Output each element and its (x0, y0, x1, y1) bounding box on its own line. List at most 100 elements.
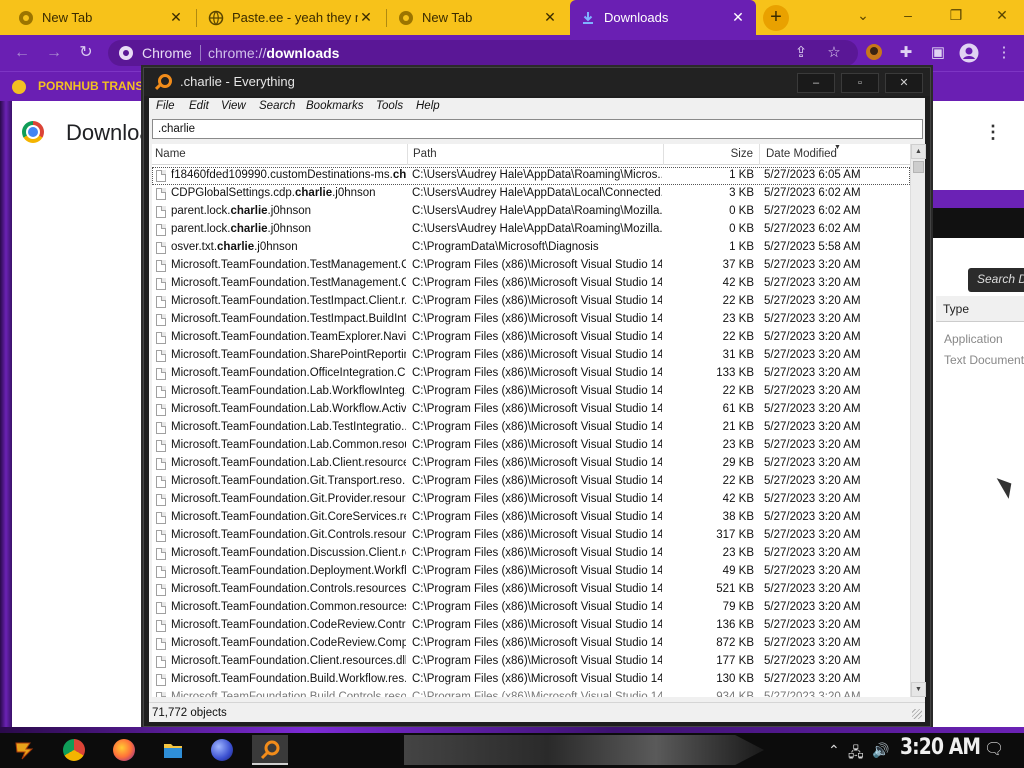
bookmark-star-icon[interactable]: ☆ (824, 43, 844, 63)
taskbar-everything[interactable] (252, 735, 288, 765)
result-row[interactable]: Microsoft.TeamFoundation.Git.Controls.re… (152, 527, 910, 545)
network-icon[interactable]: 🖧 (848, 742, 864, 766)
result-row[interactable]: Microsoft.TeamFoundation.Lab.Client.reso… (152, 455, 910, 473)
extension-avatar-icon[interactable] (864, 43, 884, 63)
result-row[interactable]: Microsoft.TeamFoundation.Lab.WorkflowInt… (152, 383, 910, 401)
result-row[interactable]: Microsoft.TeamFoundation.CodeReview.Comp… (152, 635, 910, 653)
notification-icon[interactable]: 🗨 (984, 739, 1004, 759)
menu-help[interactable]: Help (416, 100, 440, 112)
column-header-size[interactable]: Size (664, 144, 760, 165)
menu-view[interactable]: View (221, 100, 246, 112)
everything-search-input[interactable]: .charlie (152, 119, 923, 139)
background-search-box[interactable]: Search Do (968, 268, 1024, 292)
tab-search-chevron-icon[interactable]: ⌄ (843, 0, 883, 30)
everything-titlebar[interactable]: .charlie - Everything – ▫ ✕ (144, 68, 930, 96)
result-row[interactable]: Microsoft.TeamFoundation.Git.CoreService… (152, 509, 910, 527)
result-row[interactable]: Microsoft.TeamFoundation.SharePointRepor… (152, 347, 910, 365)
result-row[interactable]: Microsoft.TeamFoundation.CodeReview.Cont… (152, 617, 910, 635)
tab-close-icon[interactable]: ✕ (730, 9, 746, 26)
result-row[interactable]: Microsoft.TeamFoundation.Lab.Workflow.Ac… (152, 401, 910, 419)
everything-close-button[interactable]: ✕ (885, 73, 923, 93)
result-name-text: Microsoft.TeamFoundation.Discussion.Clie… (171, 547, 406, 559)
share-icon[interactable]: ⇪ (791, 43, 811, 63)
tab-new-tab-2[interactable]: New Tab ✕ (388, 0, 568, 35)
result-size: 61 KB (722, 403, 754, 415)
reload-icon[interactable]: ↻ (76, 43, 96, 63)
side-panel-icon[interactable]: ▣ (928, 43, 948, 63)
taskbar-file-explorer[interactable] (155, 735, 191, 765)
tray-chevron-icon[interactable]: ⌃ (828, 742, 840, 759)
restore-button[interactable]: ❐ (936, 0, 976, 30)
volume-icon[interactable]: 🔊 (872, 742, 889, 759)
profile-avatar-icon[interactable] (959, 43, 979, 63)
result-name: Microsoft.TeamFoundation.Lab.Common.reso… (171, 439, 406, 451)
tab-close-icon[interactable]: ✕ (168, 9, 184, 26)
result-row[interactable]: Microsoft.TeamFoundation.Lab.TestIntegra… (152, 419, 910, 437)
taskbar-chrome[interactable] (56, 735, 92, 765)
result-row[interactable]: Microsoft.TeamFoundation.TestImpact.Clie… (152, 293, 910, 311)
result-row[interactable]: CDPGlobalSettings.cdp.charlie.j0hnson C:\… (152, 185, 910, 203)
taskbar-decoration (404, 735, 764, 765)
result-row[interactable]: parent.lock.charlie.j0hnson C:\Users\Audr… (152, 221, 910, 239)
menu-search[interactable]: Search (259, 100, 295, 112)
scroll-thumb[interactable] (913, 161, 924, 173)
scroll-down-button[interactable]: ▼ (911, 682, 926, 697)
result-row[interactable]: Microsoft.TeamFoundation.Controls.resour… (152, 581, 910, 599)
new-tab-button[interactable]: + (763, 5, 789, 31)
result-row[interactable]: Microsoft.TeamFoundation.Git.Provider.re… (152, 491, 910, 509)
forward-arrow-icon[interactable]: → (44, 43, 64, 63)
menu-edit[interactable]: Edit (189, 100, 209, 112)
result-row[interactable]: Microsoft.TeamFoundation.OfficeIntegrati… (152, 365, 910, 383)
menu-file[interactable]: File (156, 100, 175, 112)
result-row[interactable]: Microsoft.TeamFoundation.Build.Controls.… (152, 689, 910, 697)
close-window-button[interactable]: ✕ (982, 0, 1022, 30)
result-row[interactable]: Microsoft.TeamFoundation.Git.Transport.r… (152, 473, 910, 491)
results-vertical-scrollbar[interactable]: ▲ ▼ (910, 144, 926, 697)
background-row-type: Application (944, 332, 1003, 346)
result-row[interactable]: Microsoft.TeamFoundation.Build.Workflow.… (152, 671, 910, 689)
result-row[interactable]: Microsoft.TeamFoundation.TestManagement.… (152, 257, 910, 275)
result-path: C:\Program Files (x86)\Microsoft Visual … (412, 421, 662, 433)
scroll-up-button[interactable]: ▲ (911, 144, 926, 159)
column-header-name[interactable]: Name (152, 144, 408, 165)
result-row[interactable]: Microsoft.TeamFoundation.TestManagement.… (152, 275, 910, 293)
result-row[interactable]: parent.lock.charlie.j0hnson C:\Users\Audr… (152, 203, 910, 221)
page-menu-icon[interactable]: ⋮ (984, 122, 1002, 143)
result-row[interactable]: Microsoft.TeamFoundation.TestImpact.Buil… (152, 311, 910, 329)
taskbar-clock[interactable]: 3:20 AM (900, 735, 981, 760)
taskbar-firefox[interactable] (106, 735, 142, 765)
result-row[interactable]: Microsoft.TeamFoundation.Deployment.Work… (152, 563, 910, 581)
result-row[interactable]: Microsoft.TeamFoundation.Common.resource… (152, 599, 910, 617)
taskbar-app-globe[interactable] (204, 735, 240, 765)
browser-menu-icon[interactable]: ⋮ (994, 43, 1014, 63)
resize-grip-icon[interactable] (912, 709, 922, 719)
background-column-type[interactable]: Type (936, 296, 1024, 322)
result-row[interactable]: f18460fded109990.customDestinations-ms.c… (152, 167, 910, 185)
tab-new-tab-1[interactable]: New Tab ✕ (8, 0, 194, 35)
result-row[interactable]: Microsoft.TeamFoundation.Lab.Common.reso… (152, 437, 910, 455)
tab-close-icon[interactable]: ✕ (542, 9, 558, 26)
result-name-text: CDPGlobalSettings.cdp. (171, 187, 296, 199)
menu-bookmarks[interactable]: Bookmarks (306, 100, 364, 112)
start-button[interactable] (6, 735, 42, 765)
everything-maximize-button[interactable]: ▫ (841, 73, 879, 93)
menu-tools[interactable]: Tools (376, 100, 403, 112)
tab-paste-ee[interactable]: Paste.ee - yeah they ma ✕ (198, 0, 384, 35)
result-row[interactable]: Microsoft.TeamFoundation.TeamExplorer.Na… (152, 329, 910, 347)
result-row[interactable]: osver.txt.charlie.j0hnson C:\ProgramData\… (152, 239, 910, 257)
back-arrow-icon[interactable]: ← (12, 43, 32, 63)
tab-close-icon[interactable]: ✕ (358, 9, 374, 26)
result-date-modified: 5/27/2023 6:02 AM (764, 205, 861, 217)
result-size: 133 KB (716, 367, 754, 379)
everything-minimize-button[interactable]: – (797, 73, 835, 93)
results-list[interactable]: f18460fded109990.customDestinations-ms.c… (152, 165, 910, 697)
bookmark-item[interactable]: PORNHUB TRANS (38, 79, 143, 93)
puzzle-extensions-icon[interactable]: ✚ (896, 43, 916, 63)
result-name: Microsoft.TeamFoundation.SharePointRepor… (171, 349, 406, 361)
address-bar[interactable]: Chrome chrome://downloads (108, 40, 858, 66)
result-row[interactable]: Microsoft.TeamFoundation.Discussion.Clie… (152, 545, 910, 563)
result-row[interactable]: Microsoft.TeamFoundation.Client.resource… (152, 653, 910, 671)
column-header-path[interactable]: Path (408, 144, 664, 165)
minimize-button[interactable]: – (888, 0, 928, 30)
tab-downloads[interactable]: Downloads ✕ (570, 0, 756, 35)
